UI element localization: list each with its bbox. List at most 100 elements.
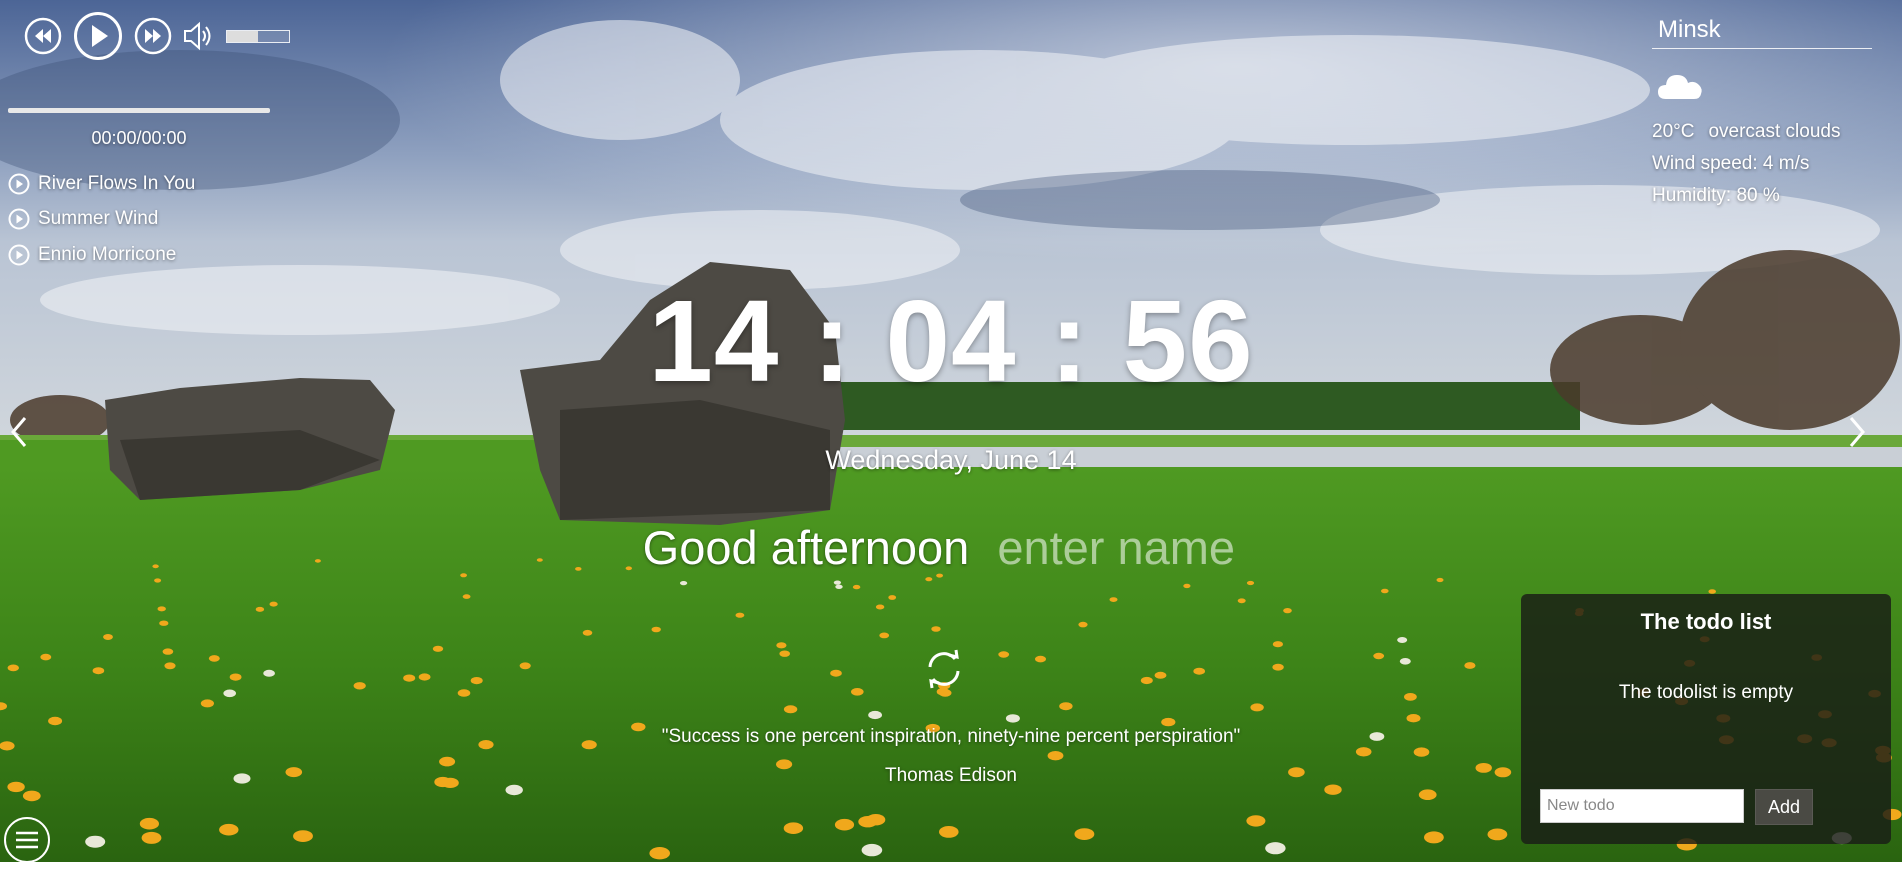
dandelion: [139, 817, 159, 830]
dandelion: [1193, 667, 1205, 675]
playlist-item[interactable]: Summer Wind: [8, 202, 195, 238]
dandelion: [1078, 621, 1088, 628]
playlist: River Flows In You Summer Wind Ennio Mor…: [8, 166, 195, 273]
rewind-icon: [24, 17, 62, 55]
dandelion: [735, 612, 745, 618]
dandelion: [888, 595, 897, 600]
dandelion: [40, 653, 52, 661]
dandelion: [1272, 663, 1284, 671]
dandelion: [1381, 588, 1389, 594]
change-quote-button[interactable]: [922, 647, 966, 696]
dandelion: [998, 651, 1010, 658]
play-button[interactable]: [73, 11, 123, 61]
dandelion: [1183, 583, 1191, 589]
dandelion: [1283, 608, 1292, 614]
dandelion: [164, 662, 176, 670]
dandelion: [1140, 676, 1153, 685]
new-todo-input[interactable]: [1540, 789, 1744, 823]
dandelion: [1074, 828, 1095, 840]
clock: 14 : 04 : 56: [648, 276, 1254, 406]
dandelion: [783, 705, 798, 714]
dandelion: [834, 818, 855, 831]
add-todo-button[interactable]: Add: [1755, 789, 1813, 825]
dandelion: [939, 826, 959, 838]
volume-slider[interactable]: [226, 29, 290, 43]
dandelion: [293, 830, 313, 842]
dandelion: [255, 606, 265, 612]
play-icon: [74, 12, 122, 60]
weather-description: overcast clouds: [1708, 121, 1841, 142]
dandelion: [868, 710, 882, 720]
dandelion: [418, 673, 431, 681]
slide-next-button[interactable]: [1846, 414, 1868, 455]
dandelion: [875, 604, 885, 610]
dandelion: [141, 831, 162, 844]
dandelion: [582, 629, 593, 636]
dandelion: [1406, 714, 1421, 723]
playlist-item[interactable]: River Flows In You: [8, 166, 195, 202]
dandelion: [1418, 789, 1437, 800]
dandelion: [1047, 751, 1064, 761]
dandelion: [680, 581, 688, 586]
dandelion: [519, 662, 531, 670]
dandelion: [154, 578, 162, 583]
dandelion: [22, 790, 41, 802]
temperature: 20°C: [1652, 121, 1695, 142]
dandelion: [1246, 580, 1255, 586]
greeting: Good afternoon: [0, 520, 1902, 575]
dandelion: [776, 642, 787, 649]
dandelion: [1404, 693, 1417, 701]
dandelion: [1272, 641, 1283, 648]
dandelion: [269, 601, 278, 607]
track-title: River Flows In You: [38, 172, 196, 194]
dandelion: [1399, 658, 1411, 665]
dandelion: [1413, 747, 1430, 757]
dandelion: [1246, 815, 1266, 827]
next-track-button[interactable]: [134, 17, 172, 55]
dandelion: [1237, 598, 1246, 604]
dandelion: [925, 577, 933, 582]
weather-widget: 20°C overcast clouds Wind speed: 4 m/s Hu…: [1652, 16, 1872, 207]
dandelion: [1397, 637, 1408, 643]
track-progress-bar[interactable]: [8, 108, 270, 113]
dandelion: [651, 626, 661, 633]
dandelion: [835, 584, 843, 589]
slide-prev-button[interactable]: [8, 414, 30, 455]
dandelion: [85, 835, 106, 848]
volume-icon: [184, 21, 211, 51]
dandelion: [830, 669, 842, 677]
dandelion: [1373, 652, 1385, 660]
dandelion: [1424, 831, 1444, 844]
dandelion: [852, 584, 861, 590]
dandelion: [159, 620, 169, 626]
dandelion: [1265, 842, 1286, 855]
dandelion: [1436, 577, 1444, 583]
dandelion: [866, 814, 886, 826]
todo-empty-message: The todolist is empty: [1618, 682, 1794, 703]
previous-track-button[interactable]: [24, 17, 62, 55]
dandelion: [1487, 828, 1508, 841]
dandelion: [208, 655, 220, 662]
dandelion: [1109, 597, 1118, 602]
dandelion: [353, 682, 366, 690]
dandelion: [7, 664, 19, 672]
play-item-icon: [8, 244, 30, 266]
humidity: Humidity: 80 %: [1652, 185, 1780, 206]
mute-button[interactable]: [182, 21, 216, 51]
cloud-icon: [1658, 75, 1702, 99]
city-input[interactable]: [1652, 16, 1872, 49]
track-title: Summer Wind: [38, 208, 159, 230]
dandelion: [48, 716, 63, 726]
date: Wednesday, June 14: [825, 445, 1077, 475]
dandelion: [1464, 662, 1476, 669]
dandelion: [833, 580, 842, 585]
dandelion: [223, 689, 236, 698]
play-item-icon: [8, 208, 30, 230]
dandelion: [931, 626, 941, 632]
name-input[interactable]: [997, 520, 1260, 575]
chevron-right-icon: [1849, 417, 1865, 447]
fast-forward-icon: [134, 17, 172, 55]
playlist-item[interactable]: Ennio Morricone: [8, 237, 195, 273]
dandelion: [462, 594, 471, 599]
dandelion: [457, 689, 471, 697]
